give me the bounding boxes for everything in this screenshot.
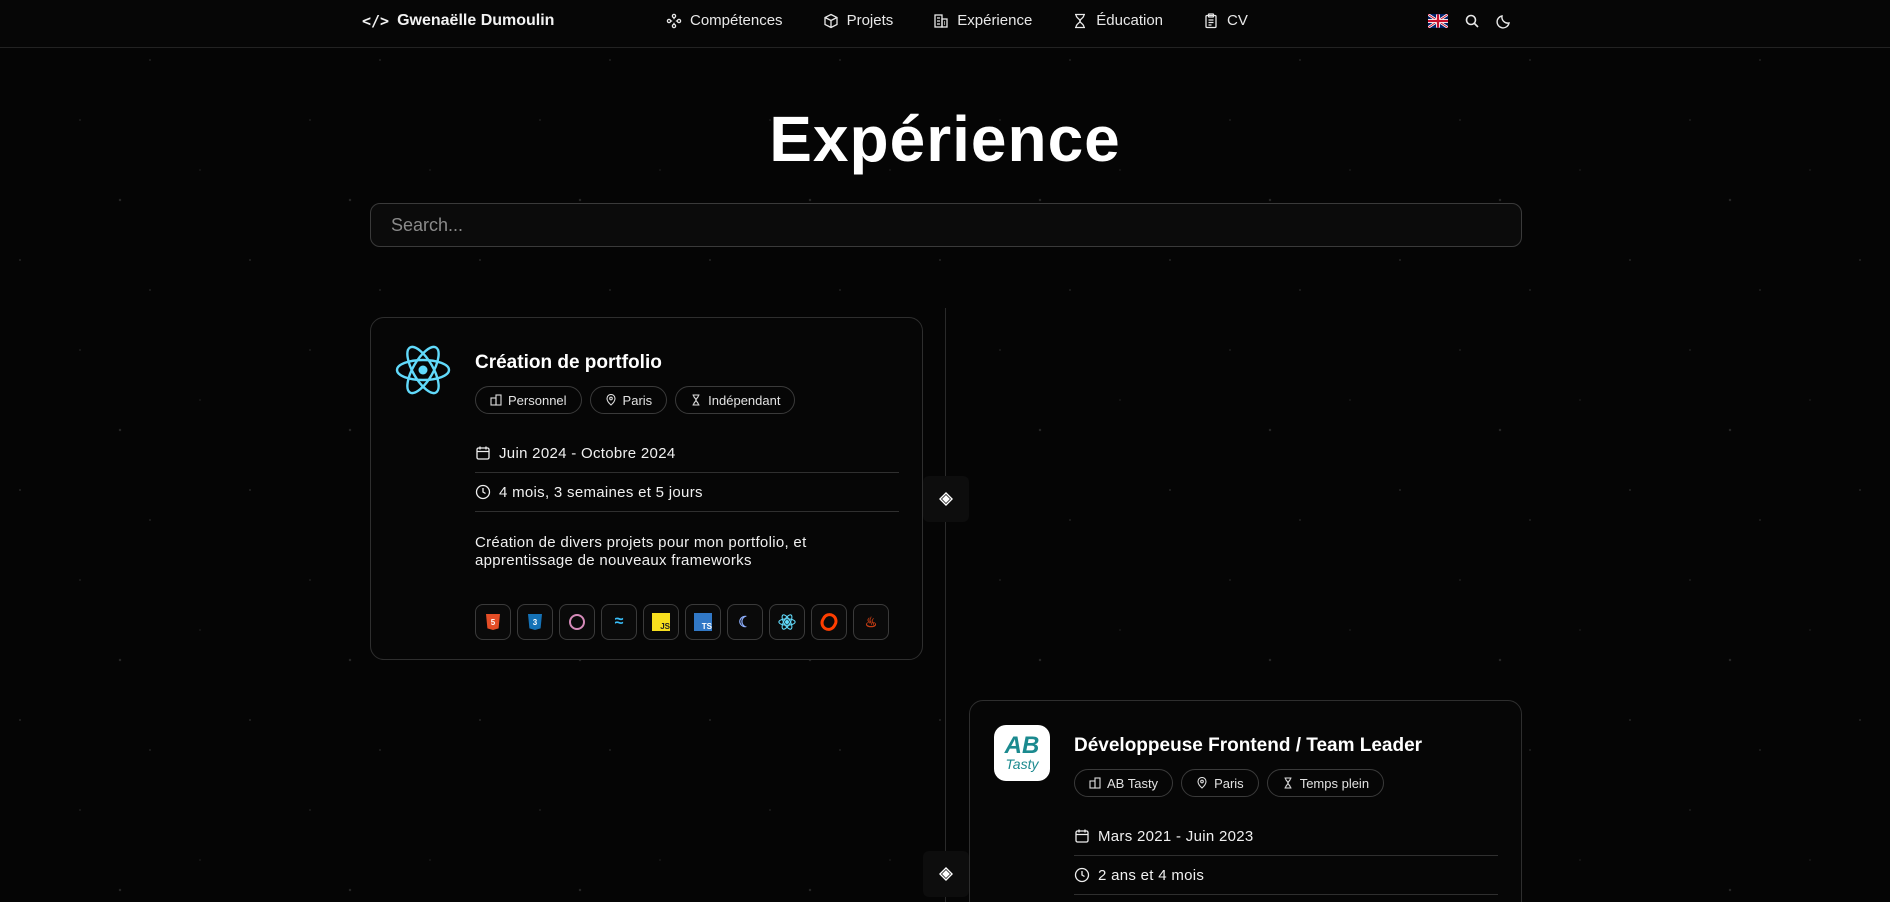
clock-icon bbox=[1074, 867, 1090, 883]
hourglass-icon bbox=[692, 394, 700, 406]
jest-icon: ♨ bbox=[853, 604, 889, 640]
tech-stack: 5 3 ≈ JS TS ☾ ♨ bbox=[475, 604, 899, 640]
search-icon[interactable] bbox=[1464, 13, 1480, 29]
card-tags: AB Tasty Paris Temps plein bbox=[1074, 769, 1498, 797]
tag-label: Temps plein bbox=[1299, 775, 1370, 791]
typescript-icon: TS bbox=[685, 604, 721, 640]
diamond-icon bbox=[939, 867, 953, 881]
card-body: Développeuse Frontend / Team Leader AB T… bbox=[1074, 735, 1498, 895]
javascript-icon: JS bbox=[643, 604, 679, 640]
building-icon bbox=[490, 394, 502, 406]
nav-label: Éducation bbox=[1096, 12, 1164, 29]
html5-icon: 5 bbox=[475, 604, 511, 640]
clipboard-icon bbox=[1205, 12, 1217, 28]
nav-cv[interactable]: CV bbox=[1203, 12, 1248, 29]
duration-row: 2 ans et 4 mois bbox=[1074, 856, 1498, 895]
tag-company: AB Tasty bbox=[1074, 769, 1174, 797]
card-tags: Personnel Paris Indépendant bbox=[475, 386, 899, 414]
react-icon bbox=[769, 604, 805, 640]
card-title: Création de portfolio bbox=[475, 352, 662, 373]
svelte-icon bbox=[811, 604, 847, 640]
logo-text: AB bbox=[1004, 732, 1040, 759]
date-range: Mars 2021 - Juin 2023 bbox=[1098, 827, 1254, 845]
duration: 2 ans et 4 mois bbox=[1098, 866, 1205, 884]
duration-row: 4 mois, 3 semaines et 5 jours bbox=[475, 473, 899, 512]
ab-tasty-logo-icon: AB Tasty bbox=[994, 725, 1050, 781]
calendar-icon bbox=[1075, 829, 1089, 843]
hourglass-icon bbox=[1075, 13, 1086, 28]
logo-text: Tasty bbox=[1005, 756, 1039, 772]
experience-card[interactable]: AB Tasty Développeuse Frontend / Team Le… bbox=[969, 700, 1522, 902]
moon-icon[interactable] bbox=[1496, 13, 1512, 29]
react-logo-icon bbox=[395, 342, 451, 398]
nav-label: CV bbox=[1227, 12, 1248, 29]
clock-icon bbox=[475, 484, 491, 500]
tag-label: AB Tasty bbox=[1107, 775, 1159, 791]
nav-competences[interactable]: Compétences bbox=[666, 12, 783, 29]
date-row: Mars 2021 - Juin 2023 bbox=[1074, 817, 1498, 856]
tag-label: Indépendant bbox=[708, 392, 781, 408]
timeline-marker bbox=[923, 851, 969, 897]
calendar-icon bbox=[476, 446, 490, 460]
page-title: Expérience bbox=[769, 103, 1121, 175]
nav-label: Projets bbox=[846, 12, 894, 29]
hourglass-icon bbox=[1284, 777, 1292, 789]
date-range: Juin 2024 - Octobre 2024 bbox=[499, 444, 676, 462]
code-icon: </> bbox=[362, 12, 390, 30]
nav-experience[interactable]: Expérience bbox=[933, 12, 1032, 29]
nav-links: Compétences Projets Expérience Éducation… bbox=[666, 12, 1288, 29]
tag-label: Paris bbox=[1214, 775, 1244, 791]
tag-label: Personnel bbox=[508, 392, 567, 408]
tag-location: Paris bbox=[589, 386, 668, 414]
tag-location: Paris bbox=[1181, 769, 1259, 797]
timeline-marker bbox=[923, 476, 969, 522]
tag-label: Paris bbox=[622, 392, 653, 408]
brand-name: Gwenaëlle Dumoulin bbox=[397, 12, 555, 29]
styled-components-icon: ☾ bbox=[727, 604, 763, 640]
nav-label: Expérience bbox=[957, 12, 1033, 29]
card-body: Création de portfolio Personnel Paris In… bbox=[475, 352, 899, 640]
duration: 4 mois, 3 semaines et 5 jours bbox=[499, 483, 703, 501]
nav-actions bbox=[1428, 13, 1512, 29]
map-pin-icon bbox=[605, 394, 616, 406]
nav-projets[interactable]: Projets bbox=[823, 12, 894, 29]
card-description: Création de divers projets pour mon port… bbox=[475, 534, 807, 569]
skills-icon bbox=[666, 13, 682, 28]
date-row: Juin 2024 - Octobre 2024 bbox=[475, 434, 899, 473]
timeline-line bbox=[945, 308, 946, 902]
building-icon bbox=[934, 13, 948, 28]
tag-contract: Temps plein bbox=[1266, 769, 1385, 797]
uk-flag-icon[interactable] bbox=[1428, 14, 1448, 28]
tag-company: Personnel bbox=[475, 386, 582, 414]
box-icon bbox=[823, 13, 838, 28]
top-navbar: </> Gwenaëlle Dumoulin Compétences Proje… bbox=[0, 0, 1890, 48]
diamond-icon bbox=[939, 492, 953, 506]
map-pin-icon bbox=[1197, 777, 1207, 789]
nav-education[interactable]: Éducation bbox=[1072, 12, 1163, 29]
brand-link[interactable]: </> Gwenaëlle Dumoulin bbox=[362, 12, 554, 30]
tag-contract: Indépendant bbox=[675, 386, 796, 414]
redux-icon bbox=[559, 604, 595, 640]
tailwind-icon: ≈ bbox=[601, 604, 637, 640]
css3-icon: 3 bbox=[517, 604, 553, 640]
card-title: Développeuse Frontend / Team Leader bbox=[1074, 735, 1423, 756]
nav-label: Compétences bbox=[690, 12, 783, 29]
search-input[interactable] bbox=[370, 203, 1522, 247]
experience-card[interactable]: Création de portfolio Personnel Paris In… bbox=[370, 317, 923, 660]
building-icon bbox=[1089, 777, 1101, 789]
